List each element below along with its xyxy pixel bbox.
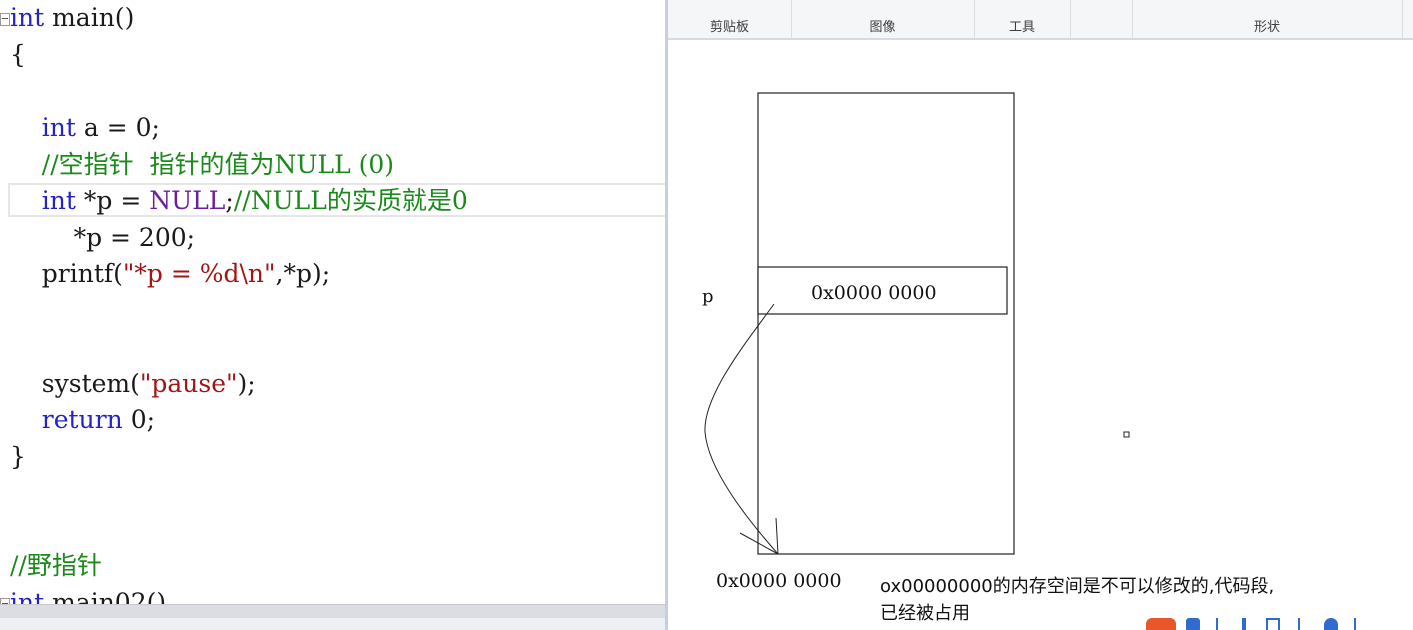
code-line[interactable]: printf("*p = %d\n",*p); [10, 256, 330, 292]
code-token: printf( [10, 259, 123, 288]
code-line[interactable]: { [10, 37, 26, 73]
ribbon-group-tools[interactable]: 工具 [974, 0, 1071, 38]
pointer-cell-value: 0x0000 0000 [811, 282, 937, 304]
code-line[interactable]: int *p = NULL;//NULL的实质就是0 [10, 183, 468, 219]
code-token: *p = [75, 186, 150, 215]
ribbon-label-shapes: 形状 [1253, 20, 1280, 35]
code-token: //空指针 指针的值为NULL (0) [10, 150, 395, 179]
code-line[interactable]: //空指针 指针的值为NULL (0) [10, 147, 394, 183]
ribbon-group-shapes[interactable]: 形状 [1132, 0, 1403, 38]
taskbar-icons [1138, 614, 1413, 630]
code-token: 0; [122, 405, 156, 434]
code-editor[interactable]: int main() { int a = 0; //空指针 指针的值为NULL (… [0, 0, 666, 630]
annotation-line-2: 已经被占用 [880, 603, 970, 624]
code-token: //NULL的实质就是0 [233, 186, 468, 215]
code-token: int [41, 113, 76, 142]
editor-status-strip [0, 618, 666, 630]
code-token: "pause" [139, 369, 238, 398]
code-token: "*p = %d\n" [122, 259, 276, 288]
punctuation-icon[interactable] [1216, 618, 1224, 630]
ribbon-label-image: 图像 [869, 20, 896, 35]
code-token: ); [237, 369, 256, 398]
screen-root: int main() { int a = 0; //空指针 指针的值为NULL (… [0, 0, 1413, 630]
code-line[interactable]: } [10, 439, 26, 475]
code-token: int [41, 186, 76, 215]
ime-icon[interactable] [1186, 618, 1200, 630]
arrow-head-right [775, 517, 779, 555]
toolbox-icon[interactable] [1298, 618, 1308, 630]
code-line[interactable]: return 0; [10, 402, 155, 438]
code-token: { [10, 40, 26, 69]
skin-icon[interactable] [1324, 618, 1338, 630]
pointer-variable-label: p [702, 286, 714, 307]
code-token: a = 0; [75, 113, 160, 142]
code-token: int [10, 3, 45, 32]
paint-canvas[interactable]: p 0x0000 0000 0x0000 0000 ox00000000的内存空… [668, 40, 1413, 630]
memory-block [757, 92, 1015, 555]
microphone-icon[interactable] [1242, 618, 1246, 630]
target-address-label: 0x0000 0000 [716, 570, 842, 592]
arrow-head-left [739, 532, 779, 555]
keyboard-icon[interactable] [1266, 618, 1280, 630]
editor-horizontal-scrollbar[interactable] [0, 604, 666, 619]
ribbon-group-clipboard[interactable]: 剪贴板 [668, 0, 792, 38]
code-line[interactable]: *p = 200; [10, 220, 196, 256]
fold-toggle-icon[interactable] [0, 13, 10, 26]
code-token: } [10, 442, 26, 471]
code-token: NULL [149, 186, 226, 215]
paint-ribbon: 剪贴板 图像 工具 形状 [668, 0, 1413, 40]
annotation-line-1: ox00000000的内存空间是不可以修改的,代码段, [880, 576, 1275, 597]
selection-handle[interactable] [1123, 431, 1130, 438]
code-token: main() [44, 3, 135, 32]
code-token: return [41, 405, 123, 434]
ribbon-label-clipboard: 剪贴板 [709, 20, 749, 35]
code-token: *p = 200; [10, 223, 196, 252]
code-line[interactable]: int a = 0; [10, 110, 160, 146]
code-line[interactable]: int main() [10, 0, 134, 36]
memory-diagram [704, 92, 1130, 555]
code-line[interactable]: //野指针 [10, 548, 102, 584]
ribbon-group-brushes[interactable] [1070, 0, 1133, 38]
pointer-arrow-line [704, 303, 779, 555]
ribbon-label-tools: 工具 [1008, 20, 1035, 35]
code-token: ; [225, 186, 234, 215]
paint-window: 剪贴板 图像 工具 形状 p 0x0000 0000 0x0000 0000 o… [668, 0, 1413, 630]
ribbon-group-image[interactable]: 图像 [791, 0, 975, 38]
code-line[interactable]: system("pause"); [10, 366, 256, 402]
more-icon[interactable] [1354, 618, 1362, 630]
app-logo-icon[interactable] [1146, 618, 1176, 630]
code-token: ,*p); [275, 259, 331, 288]
code-token: system( [10, 369, 140, 398]
code-token: //野指针 [10, 551, 102, 580]
